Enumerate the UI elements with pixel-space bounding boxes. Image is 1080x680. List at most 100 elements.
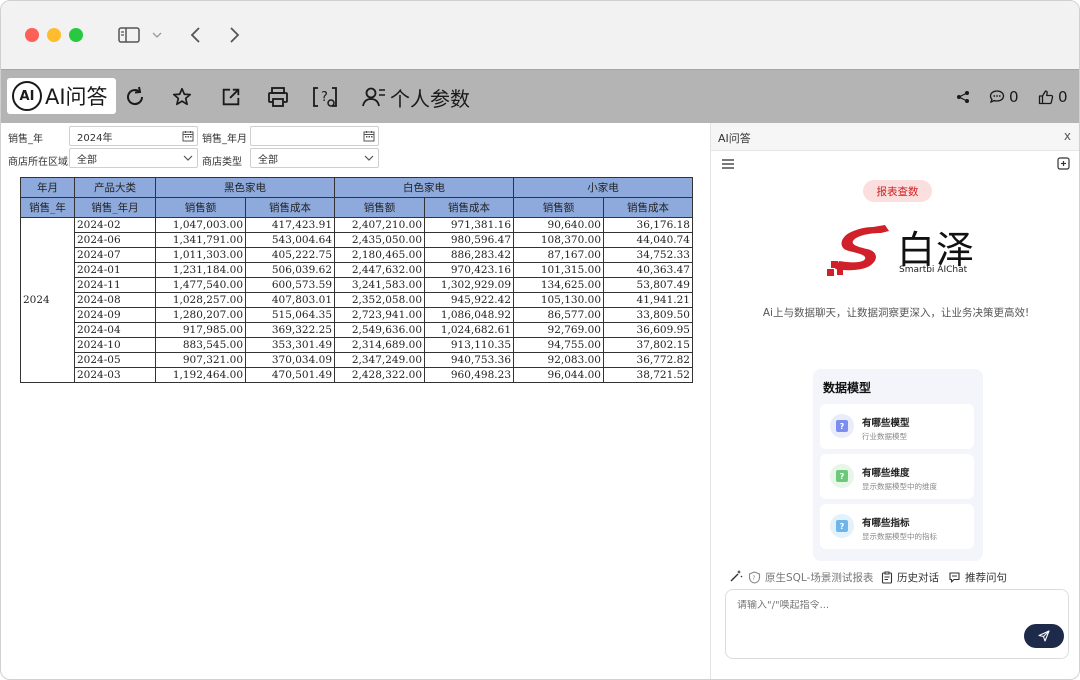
store-region-select[interactable]: 全部: [69, 148, 198, 168]
value-cell: 1,231,184.00: [155, 262, 246, 278]
sale-year-input[interactable]: 2024年: [69, 126, 198, 146]
value-cell: 2,180,465.00: [334, 247, 425, 263]
value-cell: 1,028,257.00: [155, 292, 246, 308]
table-row: 2024-06 1,341,791.00 543,004.64 2,435,050.0…: [21, 232, 693, 248]
menu-icon[interactable]: [722, 159, 734, 169]
brand-english-name: Smartbi AIChat: [899, 265, 968, 275]
refresh-icon[interactable]: [123, 84, 147, 110]
new-chat-icon[interactable]: [1057, 157, 1070, 170]
table-row: 2024-10 883,545.00 353,301.49 2,314,689.00 9…: [21, 337, 693, 353]
month-cell: 2024-08: [74, 292, 156, 308]
sale-yearmonth-input[interactable]: [250, 126, 379, 146]
quick-sql-scene[interactable]: ? 原生SQL-场景测试报表: [748, 569, 873, 585]
brand-logo: 白泽 Smartbi AIChat: [827, 219, 977, 279]
ai-chat-button[interactable]: AI AI问答: [7, 78, 116, 114]
comment-button[interactable]: 0: [989, 87, 1019, 107]
value-cell: 960,498.23: [424, 367, 514, 383]
maximize-window-button[interactable]: [69, 28, 83, 42]
model-item-models[interactable]: ? 有哪些模型 行业数据模型: [820, 404, 974, 449]
value-cell: 2,428,322.00: [334, 367, 425, 383]
header-small-appliances: 小家电: [513, 177, 693, 198]
store-type-value: 全部: [258, 154, 278, 166]
ai-chat-label: AI问答: [45, 85, 108, 109]
value-cell: 405,222.75: [245, 247, 335, 263]
recommend-question-button[interactable]: 推荐问句: [948, 569, 1007, 585]
table-row: 2024-07 1,011,303.00 405,222.75 2,180,465.0…: [21, 247, 693, 263]
shield-icon: ?: [748, 570, 761, 584]
value-cell: 36,609.95: [603, 322, 693, 338]
print-icon[interactable]: [266, 84, 290, 110]
header-black-sales: 销售额: [155, 197, 246, 218]
share-icon[interactable]: [956, 87, 970, 107]
favorite-star-icon[interactable]: [171, 84, 193, 110]
value-cell: 2,447,632.00: [334, 262, 425, 278]
svg-text:?: ?: [321, 90, 328, 105]
model-item-desc: 行业数据模型: [862, 432, 907, 441]
store-type-select[interactable]: 全部: [250, 148, 379, 168]
value-cell: 3,241,583.00: [334, 277, 425, 293]
like-button[interactable]: 0: [1038, 87, 1068, 107]
report-query-pill[interactable]: 报表查数: [863, 180, 932, 202]
store-region-label: 商店所在区域: [8, 157, 68, 168]
value-cell: 94,755.00: [513, 337, 604, 353]
header-yearmonth: 年月: [20, 177, 75, 198]
export-icon[interactable]: [220, 84, 242, 110]
month-cell: 2024-07: [74, 247, 156, 263]
value-cell: 1,024,682.61: [424, 322, 514, 338]
clipboard-icon: [881, 571, 893, 584]
send-icon: [1038, 630, 1050, 642]
chevron-down-icon[interactable]: [182, 152, 194, 164]
calendar-icon[interactable]: [363, 130, 375, 142]
header-sale-year: 销售_年: [20, 197, 75, 218]
value-cell: 1,302,929.09: [424, 277, 514, 293]
model-item-desc: 显示数据模型中的指标: [862, 532, 937, 541]
data-model-card: 数据模型 ? 有哪些模型 行业数据模型 ? 有哪些维度 显示数据模型中的维度 ?…: [813, 369, 983, 561]
value-cell: 913,110.35: [424, 337, 514, 353]
title-bar: [1, 1, 1079, 69]
value-cell: 1,341,791.00: [155, 232, 246, 248]
send-button[interactable]: [1024, 624, 1064, 648]
close-window-button[interactable]: [25, 28, 39, 42]
value-cell: 353,301.49: [245, 337, 335, 353]
forward-arrow-icon[interactable]: [227, 23, 243, 47]
value-cell: 96,044.00: [513, 367, 604, 383]
model-item-dimensions[interactable]: ? 有哪些维度 显示数据模型中的维度: [820, 454, 974, 499]
chat-input-box[interactable]: [725, 589, 1069, 659]
back-arrow-icon[interactable]: [187, 23, 203, 47]
history-chat-button[interactable]: 历史对话: [881, 569, 939, 585]
month-cell: 2024-04: [74, 322, 156, 338]
browser-window: AI AI问答 ? 个人参数 0 0 销售_年 2024年 销售_年月 商店所在…: [0, 0, 1080, 680]
comment-icon: [989, 90, 1005, 104]
calendar-icon[interactable]: [182, 130, 194, 142]
header-black-cost: 销售成本: [245, 197, 335, 218]
header-white-sales: 销售额: [334, 197, 425, 218]
value-cell: 105,130.00: [513, 292, 604, 308]
model-item-name: 有哪些维度: [862, 468, 910, 479]
magic-wand-icon[interactable]: [729, 569, 743, 583]
help-query-icon[interactable]: ?: [312, 84, 338, 110]
value-cell: 883,545.00: [155, 337, 246, 353]
value-cell: 87,167.00: [513, 247, 604, 263]
value-cell: 92,769.00: [513, 322, 604, 338]
month-cell: 2024-01: [74, 262, 156, 278]
chat-close-button[interactable]: x: [1064, 129, 1071, 143]
chevron-down-icon[interactable]: [363, 152, 375, 164]
model-item-metrics[interactable]: ? 有哪些指标 显示数据模型中的指标: [820, 504, 974, 549]
chat-input[interactable]: [737, 600, 1037, 611]
minimize-window-button[interactable]: [47, 28, 61, 42]
month-cell: 2024-02: [74, 217, 156, 233]
chevron-down-icon[interactable]: [150, 23, 164, 47]
value-cell: 41,941.21: [603, 292, 693, 308]
value-cell: 34,752.33: [603, 247, 693, 263]
sidebar-toggle-icon[interactable]: [117, 23, 141, 47]
value-cell: 515,064.35: [245, 307, 335, 323]
value-cell: 886,283.42: [424, 247, 514, 263]
value-cell: 1,477,540.00: [155, 277, 246, 293]
value-cell: 1,280,207.00: [155, 307, 246, 323]
table-row: 2024-05 907,321.00 370,034.09 2,347,249.00 9…: [21, 352, 693, 368]
sale-year-value: 2024年: [77, 132, 113, 144]
value-cell: 134,625.00: [513, 277, 604, 293]
header-small-cost: 销售成本: [603, 197, 693, 218]
personal-params-label: 个人参数: [390, 86, 470, 111]
personal-params-button[interactable]: 个人参数: [362, 84, 470, 111]
